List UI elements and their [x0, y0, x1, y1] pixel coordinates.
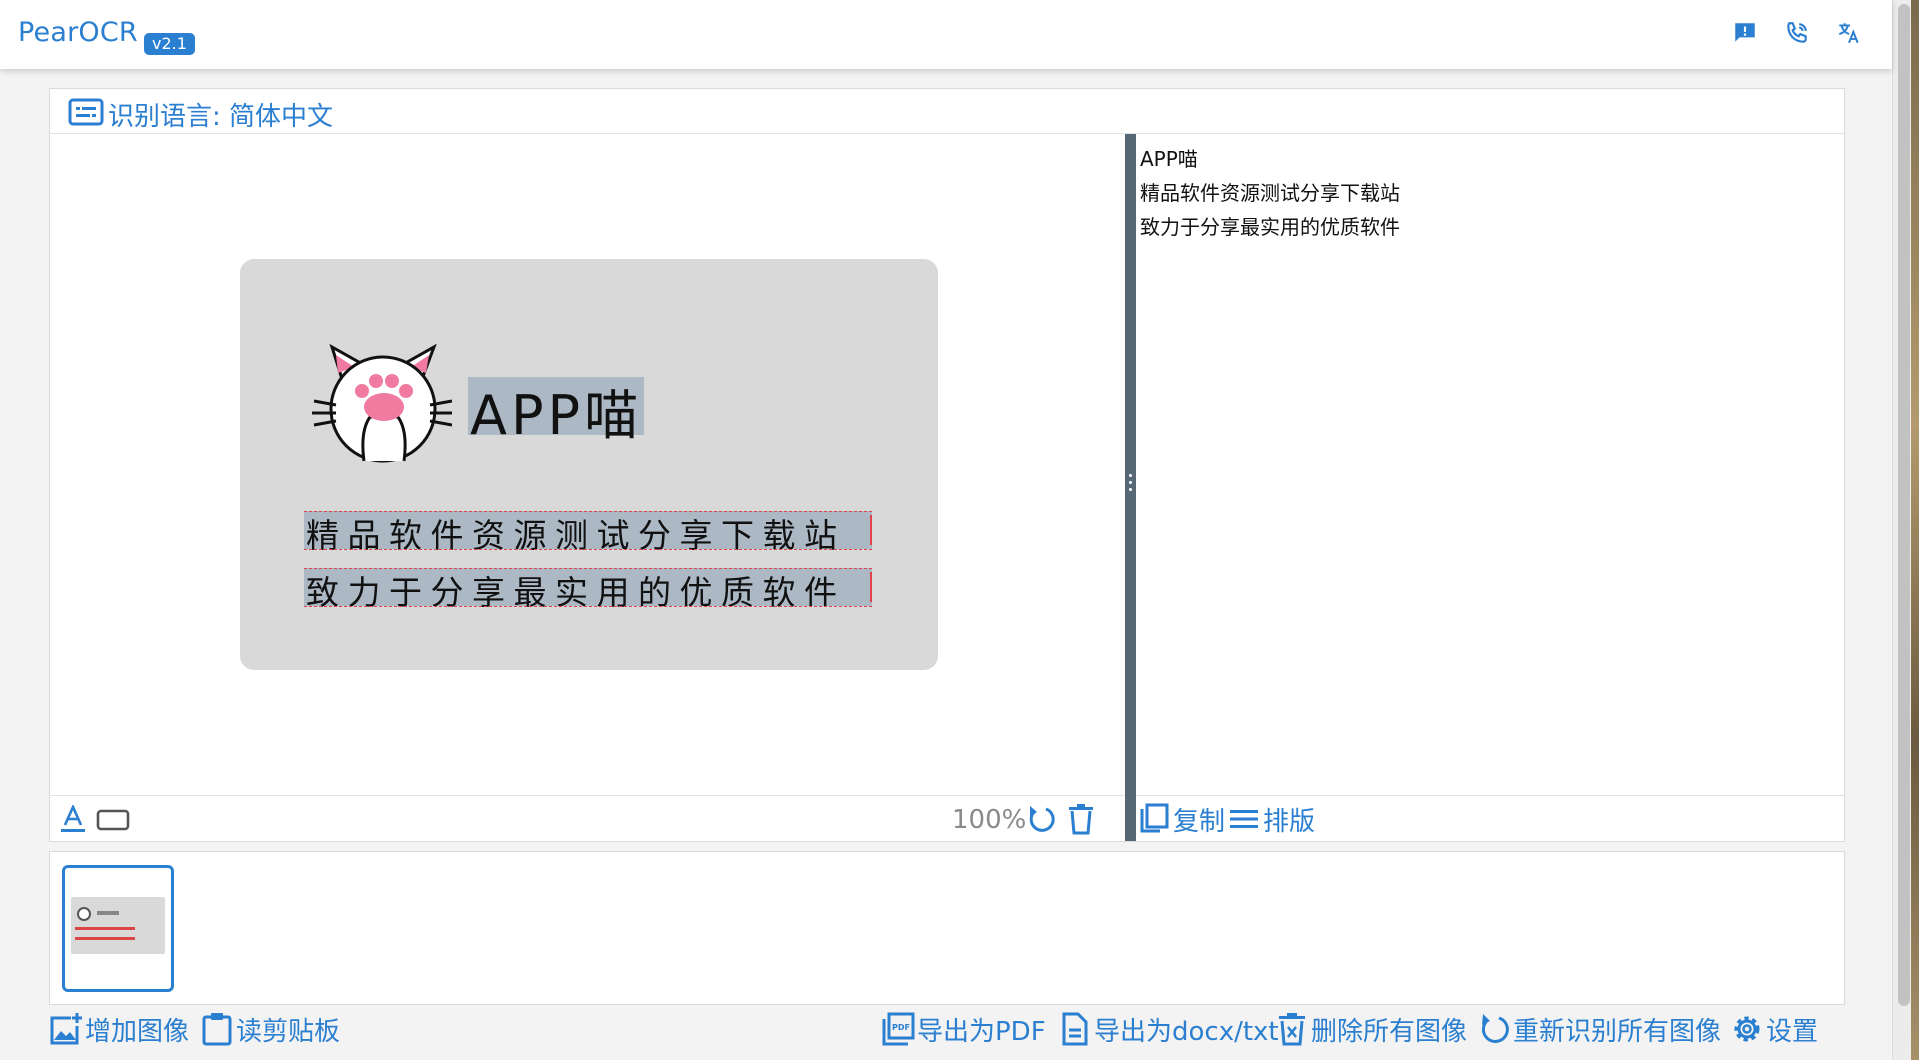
- ocr-box-edge: [304, 568, 872, 569]
- image-preview-area[interactable]: APP喵 精品软件资源测试分享下载站 致力于分享最实用的优质软件: [50, 134, 1125, 795]
- result-text-line: 精品软件资源测试分享下载站: [1140, 181, 1400, 205]
- result-toolbar: 复制 排版: [1136, 795, 1844, 841]
- app-title: PearOCR: [18, 17, 138, 48]
- pdf-icon: PDF: [882, 1012, 915, 1046]
- ocr-box-edge: [304, 606, 872, 607]
- export-docx-button[interactable]: 导出为docx/txt: [1058, 1010, 1279, 1048]
- split-divider-handle[interactable]: [1125, 134, 1136, 841]
- delete-all-images-button[interactable]: 删除所有图像: [1275, 1010, 1467, 1048]
- result-text-line: APP喵: [1140, 147, 1198, 171]
- export-docx-label: 导出为docx/txt: [1094, 1016, 1279, 1047]
- settings-button[interactable]: 设置: [1730, 1010, 1818, 1048]
- window-scrollbar-thumb[interactable]: [1898, 4, 1910, 1006]
- image-toolbar: 100%: [50, 795, 1125, 841]
- gear-icon: [1734, 1016, 1760, 1042]
- export-pdf-label: 导出为PDF: [917, 1016, 1046, 1047]
- thumbnail-strip: [49, 851, 1845, 1005]
- rerecognize-all-label: 重新识别所有图像: [1513, 1016, 1722, 1047]
- layout-label: 排版: [1263, 806, 1316, 837]
- cat-paw-logo-icon: [312, 343, 452, 463]
- ocr-box-edge: [304, 511, 872, 512]
- thumbnail-preview: [71, 897, 165, 954]
- preview-image: APP喵 精品软件资源测试分享下载站 致力于分享最实用的优质软件: [240, 259, 938, 670]
- desktop-background: [1911, 0, 1919, 1060]
- export-pdf-button[interactable]: PDF 导出为PDF: [881, 1010, 1046, 1048]
- feedback-icon[interactable]: [1732, 20, 1758, 46]
- read-clipboard-label: 读剪贴板: [236, 1016, 341, 1047]
- delete-all-label: 删除所有图像: [1311, 1016, 1468, 1047]
- version-badge: v2.1: [144, 33, 195, 55]
- delete-all-icon: [1279, 1013, 1305, 1046]
- box-mode-icon[interactable]: [96, 808, 130, 832]
- zoom-level: 100%: [952, 805, 1027, 835]
- settings-label: 设置: [1766, 1016, 1819, 1047]
- ocr-result-textarea[interactable]: APP喵 精品软件资源测试分享下载站 致力于分享最实用的优质软件: [1136, 134, 1844, 795]
- delete-image-icon[interactable]: [1068, 803, 1094, 835]
- layout-lines-icon: [1230, 810, 1258, 828]
- language-icon: [68, 98, 104, 126]
- copy-button[interactable]: 复制: [1138, 802, 1226, 837]
- read-clipboard-button[interactable]: 读剪贴板: [200, 1010, 340, 1048]
- app-bar: PearOCR v2.1: [0, 0, 1892, 69]
- translate-icon[interactable]: [1836, 20, 1862, 46]
- recognition-language-label[interactable]: 识别语言: 简体中文: [108, 96, 333, 133]
- ocr-box-edge: [870, 515, 872, 545]
- ocr-box-edge: [304, 549, 872, 550]
- bottom-action-bar: 增加图像 读剪贴板 PDF 导出为PDF 导出为docx/txt 删除所有图像: [49, 1006, 1845, 1052]
- copy-label: 复制: [1173, 806, 1226, 837]
- svg-text:PDF: PDF: [892, 1023, 910, 1032]
- document-icon: [1062, 1012, 1088, 1046]
- image-thumbnail[interactable]: [62, 865, 174, 992]
- language-bar[interactable]: 识别语言: 简体中文: [50, 89, 1844, 134]
- add-image-label: 增加图像: [85, 1016, 190, 1047]
- text-mode-icon[interactable]: [60, 805, 86, 833]
- rotate-icon[interactable]: [1026, 803, 1056, 835]
- refresh-icon: [1481, 1014, 1509, 1043]
- contact-phone-icon[interactable]: [1784, 20, 1810, 46]
- copy-icon: [1140, 803, 1169, 833]
- rerecognize-all-button[interactable]: 重新识别所有图像: [1477, 1010, 1721, 1048]
- preview-text-line: APP喵: [470, 384, 643, 447]
- ocr-box-edge: [870, 572, 872, 602]
- add-image-button[interactable]: 增加图像: [49, 1010, 189, 1048]
- result-text-line: 致力于分享最实用的优质软件: [1140, 215, 1400, 239]
- layout-button[interactable]: 排版: [1228, 802, 1316, 837]
- drag-grip-icon: [1129, 474, 1132, 495]
- main-panel: 识别语言: 简体中文 APP喵 精品软件资源测试分享下载站 致力于分享最实用的优…: [49, 88, 1845, 842]
- clipboard-icon: [202, 1013, 232, 1046]
- add-image-icon: [50, 1013, 82, 1045]
